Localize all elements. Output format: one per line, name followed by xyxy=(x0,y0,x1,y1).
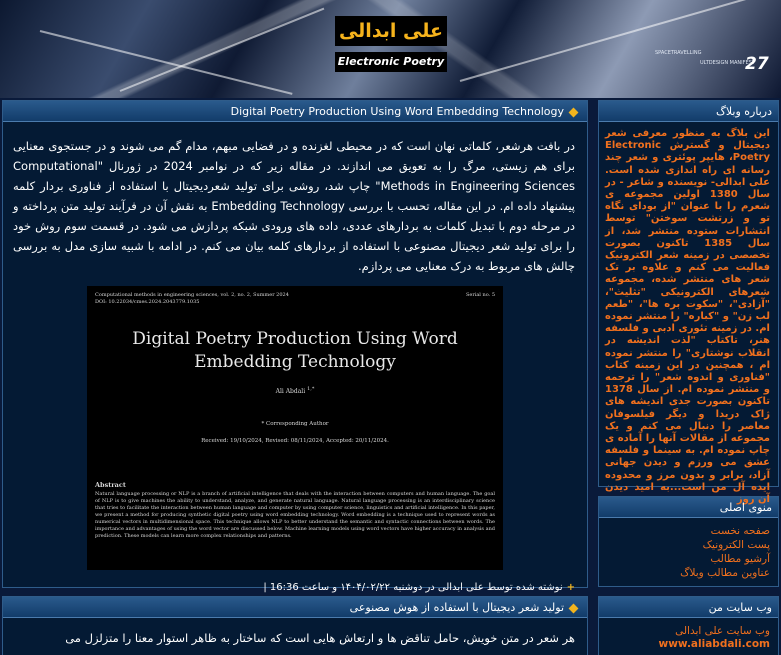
about-text: این بلاگ به منظور معرفی شعر دیجیتال و گس… xyxy=(605,128,771,505)
post-meta: نوشته شده توسط علی ابدالی در دوشنبه ۱۴۰۴… xyxy=(263,582,563,593)
post-header: Digital Poetry Production Using Word Emb… xyxy=(3,101,587,122)
menu-item-email[interactable]: پست الکترونیک xyxy=(605,538,770,552)
main-content: Digital Poetry Production Using Word Emb… xyxy=(0,100,590,655)
website-url[interactable]: www.aliabdali.com xyxy=(599,638,778,655)
diamond-icon xyxy=(568,603,579,613)
header-number: 27 xyxy=(745,54,769,74)
menu-box: منوی اصلی صفحه نخست پست الکترونیک آرشیو … xyxy=(598,496,779,587)
about-box: درباره وبلاگ این بلاگ به منظور معرفی شعر… xyxy=(598,100,779,505)
header-tag: SPACETRAVELLING xyxy=(655,50,702,56)
corresponding-author: * Corresponding Author xyxy=(261,421,329,427)
abstract-text: Natural language processing or NLP is a … xyxy=(95,491,495,539)
menu-item-titles[interactable]: عناوین مطالب وبلاگ xyxy=(605,566,770,580)
article-doi: DOI: 10.22034/cmes.2024.2043779.1035 xyxy=(95,299,200,305)
journal-name: Computational methods in engineering sci… xyxy=(95,292,289,298)
menu-item-archive[interactable]: آرشیو مطالب xyxy=(605,552,770,566)
post-body: هر شعر در متن خویش، حامل تناقض ها و ارتع… xyxy=(65,631,575,645)
blog-header: علی ابدالی Electronic Poetry SPACETRAVEL… xyxy=(0,0,781,98)
menu-list: صفحه نخست پست الکترونیک آرشیو مطالب عناو… xyxy=(599,518,778,586)
post-body: در بافت هرشعر، کلماتی نهان است که در محی… xyxy=(13,139,576,273)
post-title[interactable]: تولید شعر دیجیتال با استفاده از هوش مصنو… xyxy=(350,601,564,614)
blog-subtitle: Electronic Poetry xyxy=(335,52,447,72)
article-meta: Computational methods in engineering sci… xyxy=(95,292,289,306)
header-decoration xyxy=(459,0,749,82)
plus-icon[interactable]: + xyxy=(567,582,575,593)
website-title: وب سایت من xyxy=(599,597,778,618)
article-image[interactable]: Computational methods in engineering sci… xyxy=(87,286,503,570)
menu-item-home[interactable]: صفحه نخست xyxy=(605,524,770,538)
article-title: Digital Poetry Production Using Word Emb… xyxy=(132,329,458,372)
post-title[interactable]: Digital Poetry Production Using Word Emb… xyxy=(231,105,564,118)
diamond-icon xyxy=(568,107,579,117)
abstract-heading: Abstract xyxy=(95,481,126,489)
menu-title: منوی اصلی xyxy=(599,497,778,518)
sidebar: درباره وبلاگ این بلاگ به منظور معرفی شعر… xyxy=(598,100,779,655)
post: تولید شعر دیجیتال با استفاده از هوش مصنو… xyxy=(2,596,588,655)
header-decoration xyxy=(39,30,293,95)
website-box: وب سایت من وب سایت علی ابدالی www.aliabd… xyxy=(598,596,779,655)
author-name: Ali Abdali xyxy=(275,388,306,395)
article-dates: Received: 19/10/2024, Revised: 08/11/202… xyxy=(201,438,389,444)
article-author: Ali Abdali 1,* xyxy=(87,386,503,395)
website-link-label[interactable]: وب سایت علی ابدالی xyxy=(605,624,770,638)
about-title: درباره وبلاگ xyxy=(599,101,778,122)
header-decoration xyxy=(119,7,325,92)
website-list: وب سایت علی ابدالی xyxy=(599,618,778,638)
article-serial: Serial no. 5 xyxy=(465,292,495,298)
author-mark: 1,* xyxy=(307,386,315,392)
post-header: تولید شعر دیجیتال با استفاده از هوش مصنو… xyxy=(3,597,587,618)
blog-title[interactable]: علی ابدالی xyxy=(335,16,447,46)
post: Digital Poetry Production Using Word Emb… xyxy=(2,100,588,593)
